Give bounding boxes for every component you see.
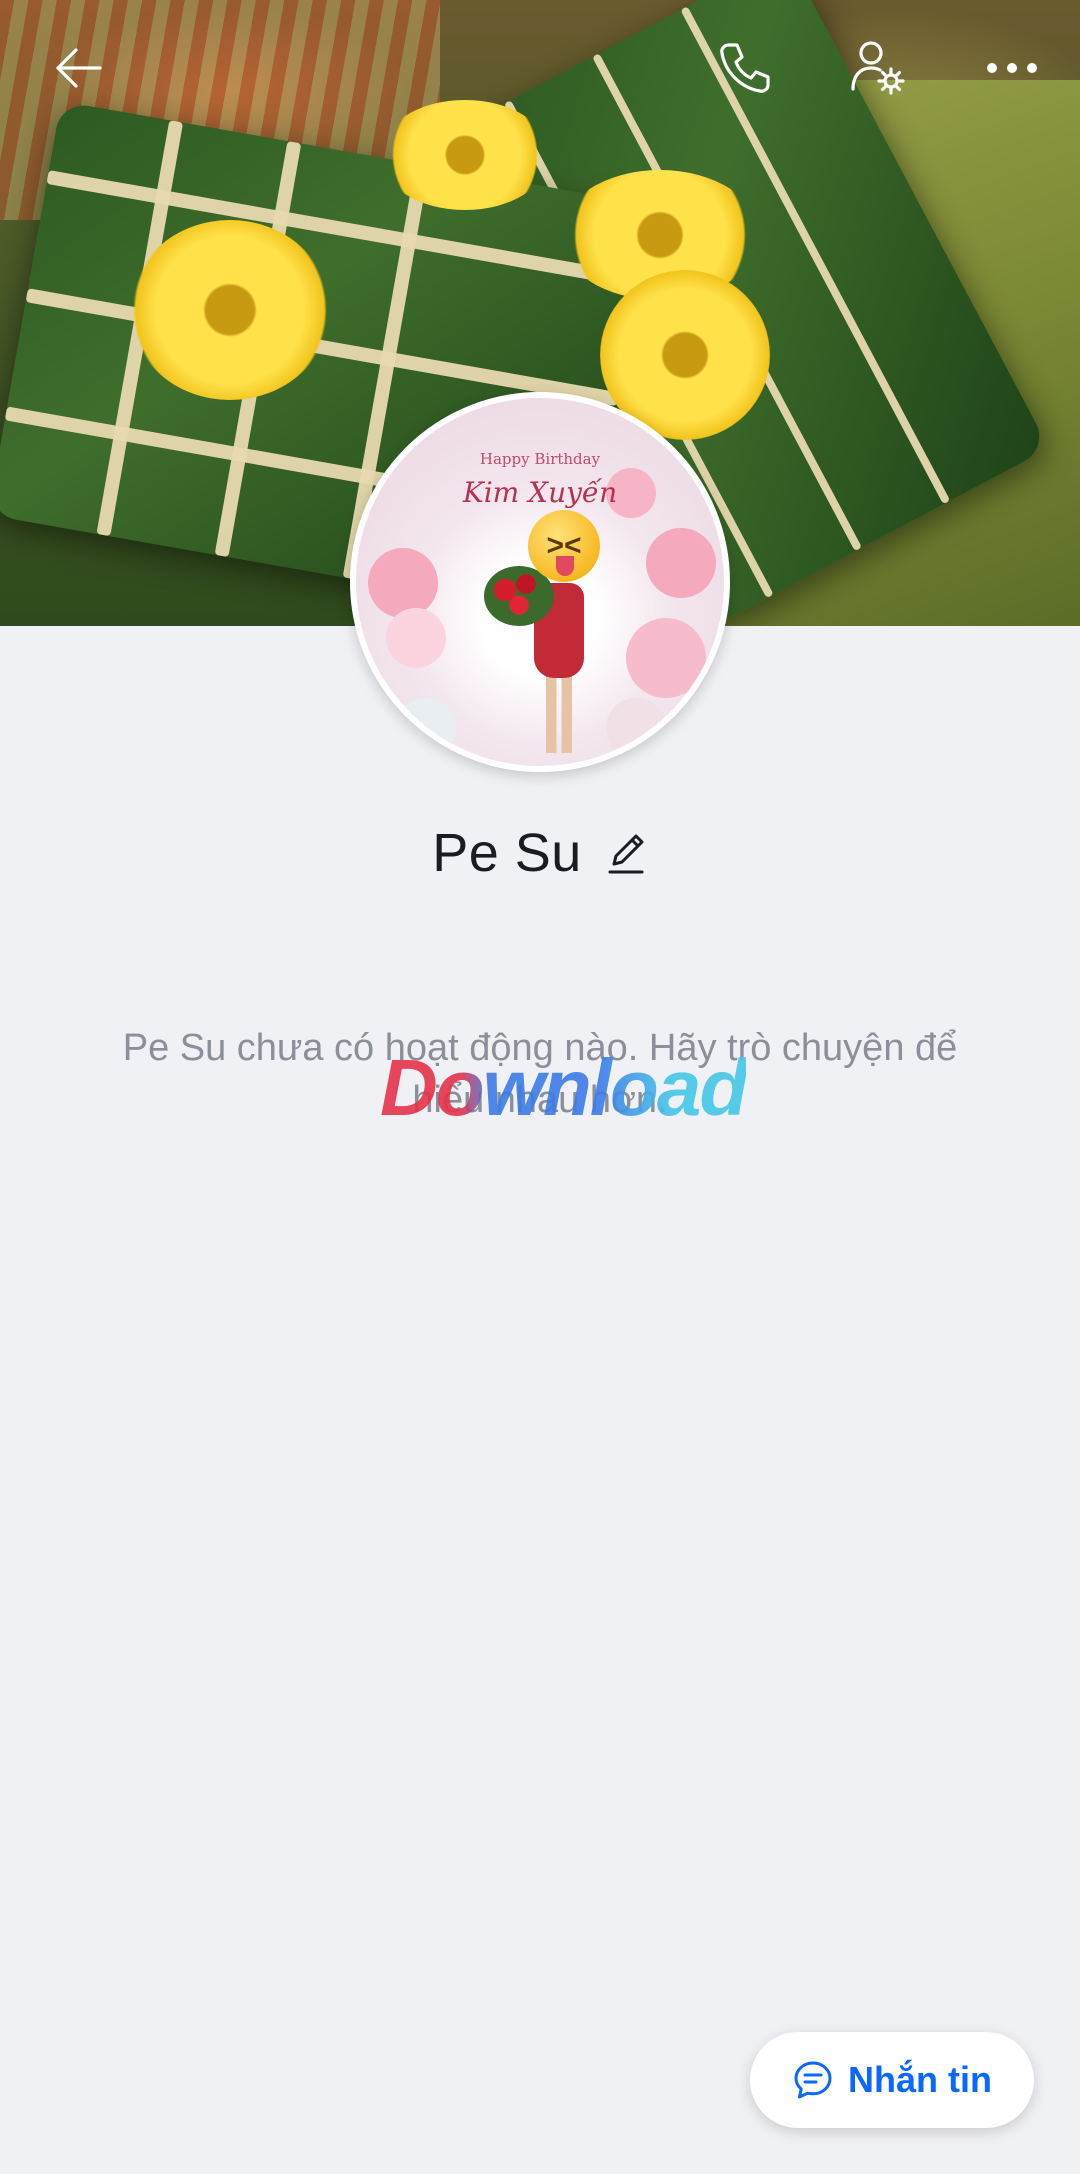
profile-name: Pe Su (432, 823, 582, 883)
back-button[interactable] (38, 28, 118, 108)
more-horizontal-icon (987, 63, 1037, 73)
pencil-icon (608, 834, 644, 874)
top-bar (0, 0, 1080, 140)
user-settings-icon (851, 41, 905, 95)
avatar-caption-line1: Happy Birthday (479, 450, 601, 468)
send-message-label: Nhắn tin (848, 2059, 992, 2100)
profile-settings-button[interactable] (838, 28, 918, 108)
cover-flower (130, 220, 330, 400)
profile-name-row: Pe Su (0, 818, 1080, 888)
avatar[interactable]: Happy Birthday Kim Xuyến >< (350, 392, 730, 772)
phone-icon (720, 43, 770, 93)
face-cover-emoji-icon: >< (528, 510, 600, 582)
avatar-person-legs (546, 673, 572, 753)
more-options-button[interactable] (972, 28, 1052, 108)
avatar-caption-line2: Kim Xuyến (462, 476, 618, 509)
call-button[interactable] (704, 28, 784, 108)
edit-name-button[interactable] (604, 829, 648, 877)
arrow-left-icon (56, 48, 102, 88)
chat-bubble-icon (794, 2061, 832, 2099)
watermark-logo: Download (380, 1043, 748, 1132)
send-message-button[interactable]: Nhắn tin (750, 2032, 1034, 2128)
